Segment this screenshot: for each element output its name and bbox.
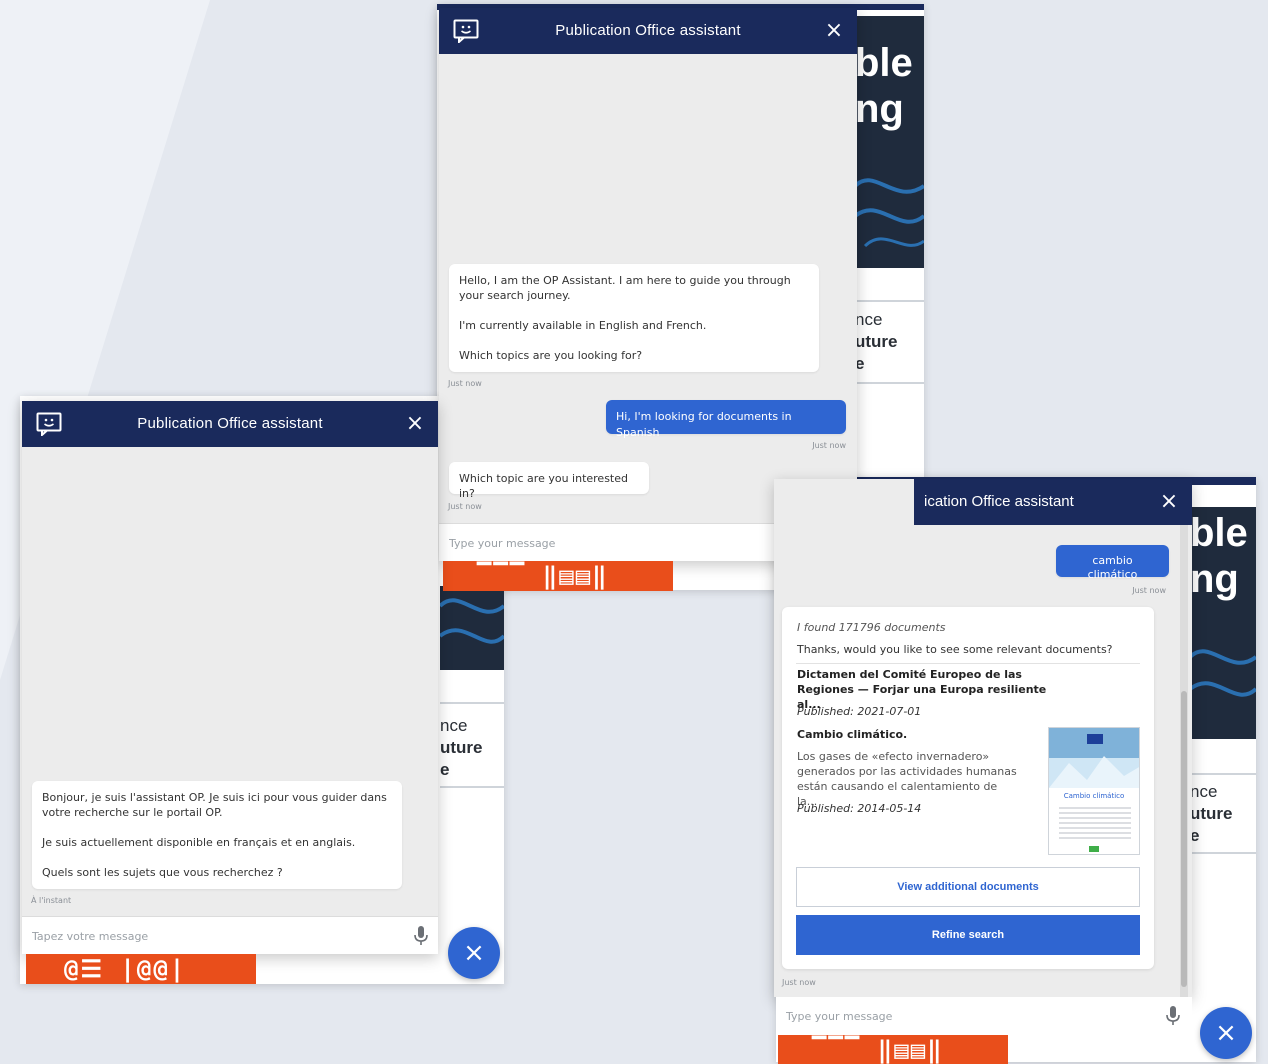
portal-divider	[855, 382, 924, 384]
chat-window-french: Publication Office assistant × Bonjour, …	[22, 401, 438, 954]
wave-decoration	[855, 178, 924, 248]
portal-divider	[855, 300, 924, 302]
document-published-date: Published: 2014-05-14	[797, 802, 922, 815]
message-timestamp: À l'instant	[31, 896, 72, 905]
user-message: Hi, I'm looking for documents in Spanish	[606, 400, 846, 439]
message-paragraph: Hello, I am the OP Assistant. I am here …	[459, 274, 791, 302]
microphone-icon[interactable]	[1164, 1005, 1182, 1027]
message-input[interactable]	[449, 533, 809, 553]
message-input-bar	[776, 997, 1192, 1035]
message-paragraph: Je suis actuellement disponible en franç…	[42, 836, 356, 849]
bot-message: Bonjour, je suis l'assistant OP. Je suis…	[32, 781, 402, 889]
chat-window-results: ication Office assistant × cambio climát…	[774, 479, 1192, 997]
user-message: cambio climático	[1056, 545, 1169, 581]
portal-hero-line2: ng	[1190, 557, 1239, 601]
message-timestamp: Just now	[448, 502, 482, 511]
close-icon[interactable]: ×	[821, 16, 847, 46]
chat-title: Publication Office assistant	[137, 415, 323, 432]
portal-card-line1: nce	[855, 310, 883, 329]
portal-hero-banner: ble ng	[855, 16, 924, 268]
portal-card-line1: nce	[440, 716, 468, 735]
message-timestamp: Just now	[812, 441, 846, 450]
wave-decoration	[1190, 649, 1256, 697]
refine-search-button[interactable]: Refine search	[796, 915, 1140, 955]
portal-orange-banner: ▔▔▔ ‖▤▤‖	[778, 1035, 1008, 1064]
message-paragraph: Bonjour, je suis l'assistant OP. Je suis…	[42, 791, 387, 819]
microphone-icon[interactable]	[412, 925, 430, 947]
message-input[interactable]	[786, 1006, 1146, 1026]
portal-divider	[440, 786, 504, 788]
results-divider	[796, 663, 1140, 664]
portal-hero-line1: ble	[855, 41, 913, 85]
bot-message: Hello, I am the OP Assistant. I am here …	[449, 264, 819, 372]
portal-card-line2: uture	[1190, 804, 1233, 823]
chat-scrollbar-thumb[interactable]	[1181, 691, 1187, 987]
wave-decoration	[440, 598, 504, 644]
bot-message: Which topic are you interested in?	[449, 462, 649, 500]
portal-hero-banner	[440, 586, 504, 670]
message-timestamp: Just now	[782, 978, 816, 987]
portal-orange-banner: @☰ |@@|	[26, 954, 256, 984]
results-count: I found 171796 documents	[797, 621, 946, 634]
document-title-link[interactable]: Cambio climático.	[797, 727, 1017, 742]
document-description: Los gases de «efecto invernadero» genera…	[797, 750, 1017, 808]
document-results-card: I found 171796 documents Thanks, would y…	[782, 607, 1154, 969]
portal-divider	[1190, 773, 1256, 775]
document-published-date: Published: 2021-07-01	[797, 705, 922, 718]
portal-card-line2: uture	[440, 738, 483, 757]
message-timestamp: Just now	[448, 379, 482, 388]
view-additional-documents-button[interactable]: View additional documents	[796, 867, 1140, 907]
portal-divider	[1190, 852, 1256, 854]
chat-title: ication Office assistant	[924, 493, 1074, 510]
close-icon[interactable]: ×	[402, 409, 428, 439]
portal-orange-banner: ▔▔▔ ‖▤▤‖	[443, 561, 673, 591]
close-icon[interactable]: ×	[1156, 487, 1182, 517]
message-paragraph: Quels sont les sujets que vous recherche…	[42, 866, 283, 879]
message-paragraph: I'm currently available in English and F…	[459, 319, 707, 332]
portal-card-line3: e	[440, 760, 450, 779]
document-thumbnail[interactable]: Cambio climático	[1048, 727, 1140, 855]
chat-scrollbar[interactable]	[1180, 525, 1188, 997]
portal-card-line1: nce	[1190, 782, 1218, 801]
portal-divider	[440, 702, 504, 704]
message-paragraph: Which topics are you looking for?	[459, 349, 643, 362]
portal-hero-banner: ble ng	[1190, 507, 1256, 739]
results-prompt: Thanks, would you like to see some relev…	[797, 643, 1113, 656]
message-input-bar	[22, 916, 438, 954]
portal-hero-line1: ble	[1190, 511, 1248, 555]
chat-header: Publication Office assistant ×	[22, 401, 438, 447]
message-timestamp: Just now	[1132, 586, 1166, 595]
message-input[interactable]	[32, 926, 392, 946]
chat-fab-close-button[interactable]: ×	[448, 927, 500, 979]
chat-header: Publication Office assistant ×	[439, 8, 857, 54]
portal-card-line2: uture	[855, 332, 898, 351]
portal-hero-line2: ng	[855, 87, 904, 131]
chat-title: Publication Office assistant	[555, 22, 741, 39]
chat-header: ication Office assistant ×	[774, 479, 1192, 525]
thumbnail-label: Cambio climático	[1063, 792, 1125, 800]
chat-fab-close-button[interactable]: ×	[1200, 1007, 1252, 1059]
